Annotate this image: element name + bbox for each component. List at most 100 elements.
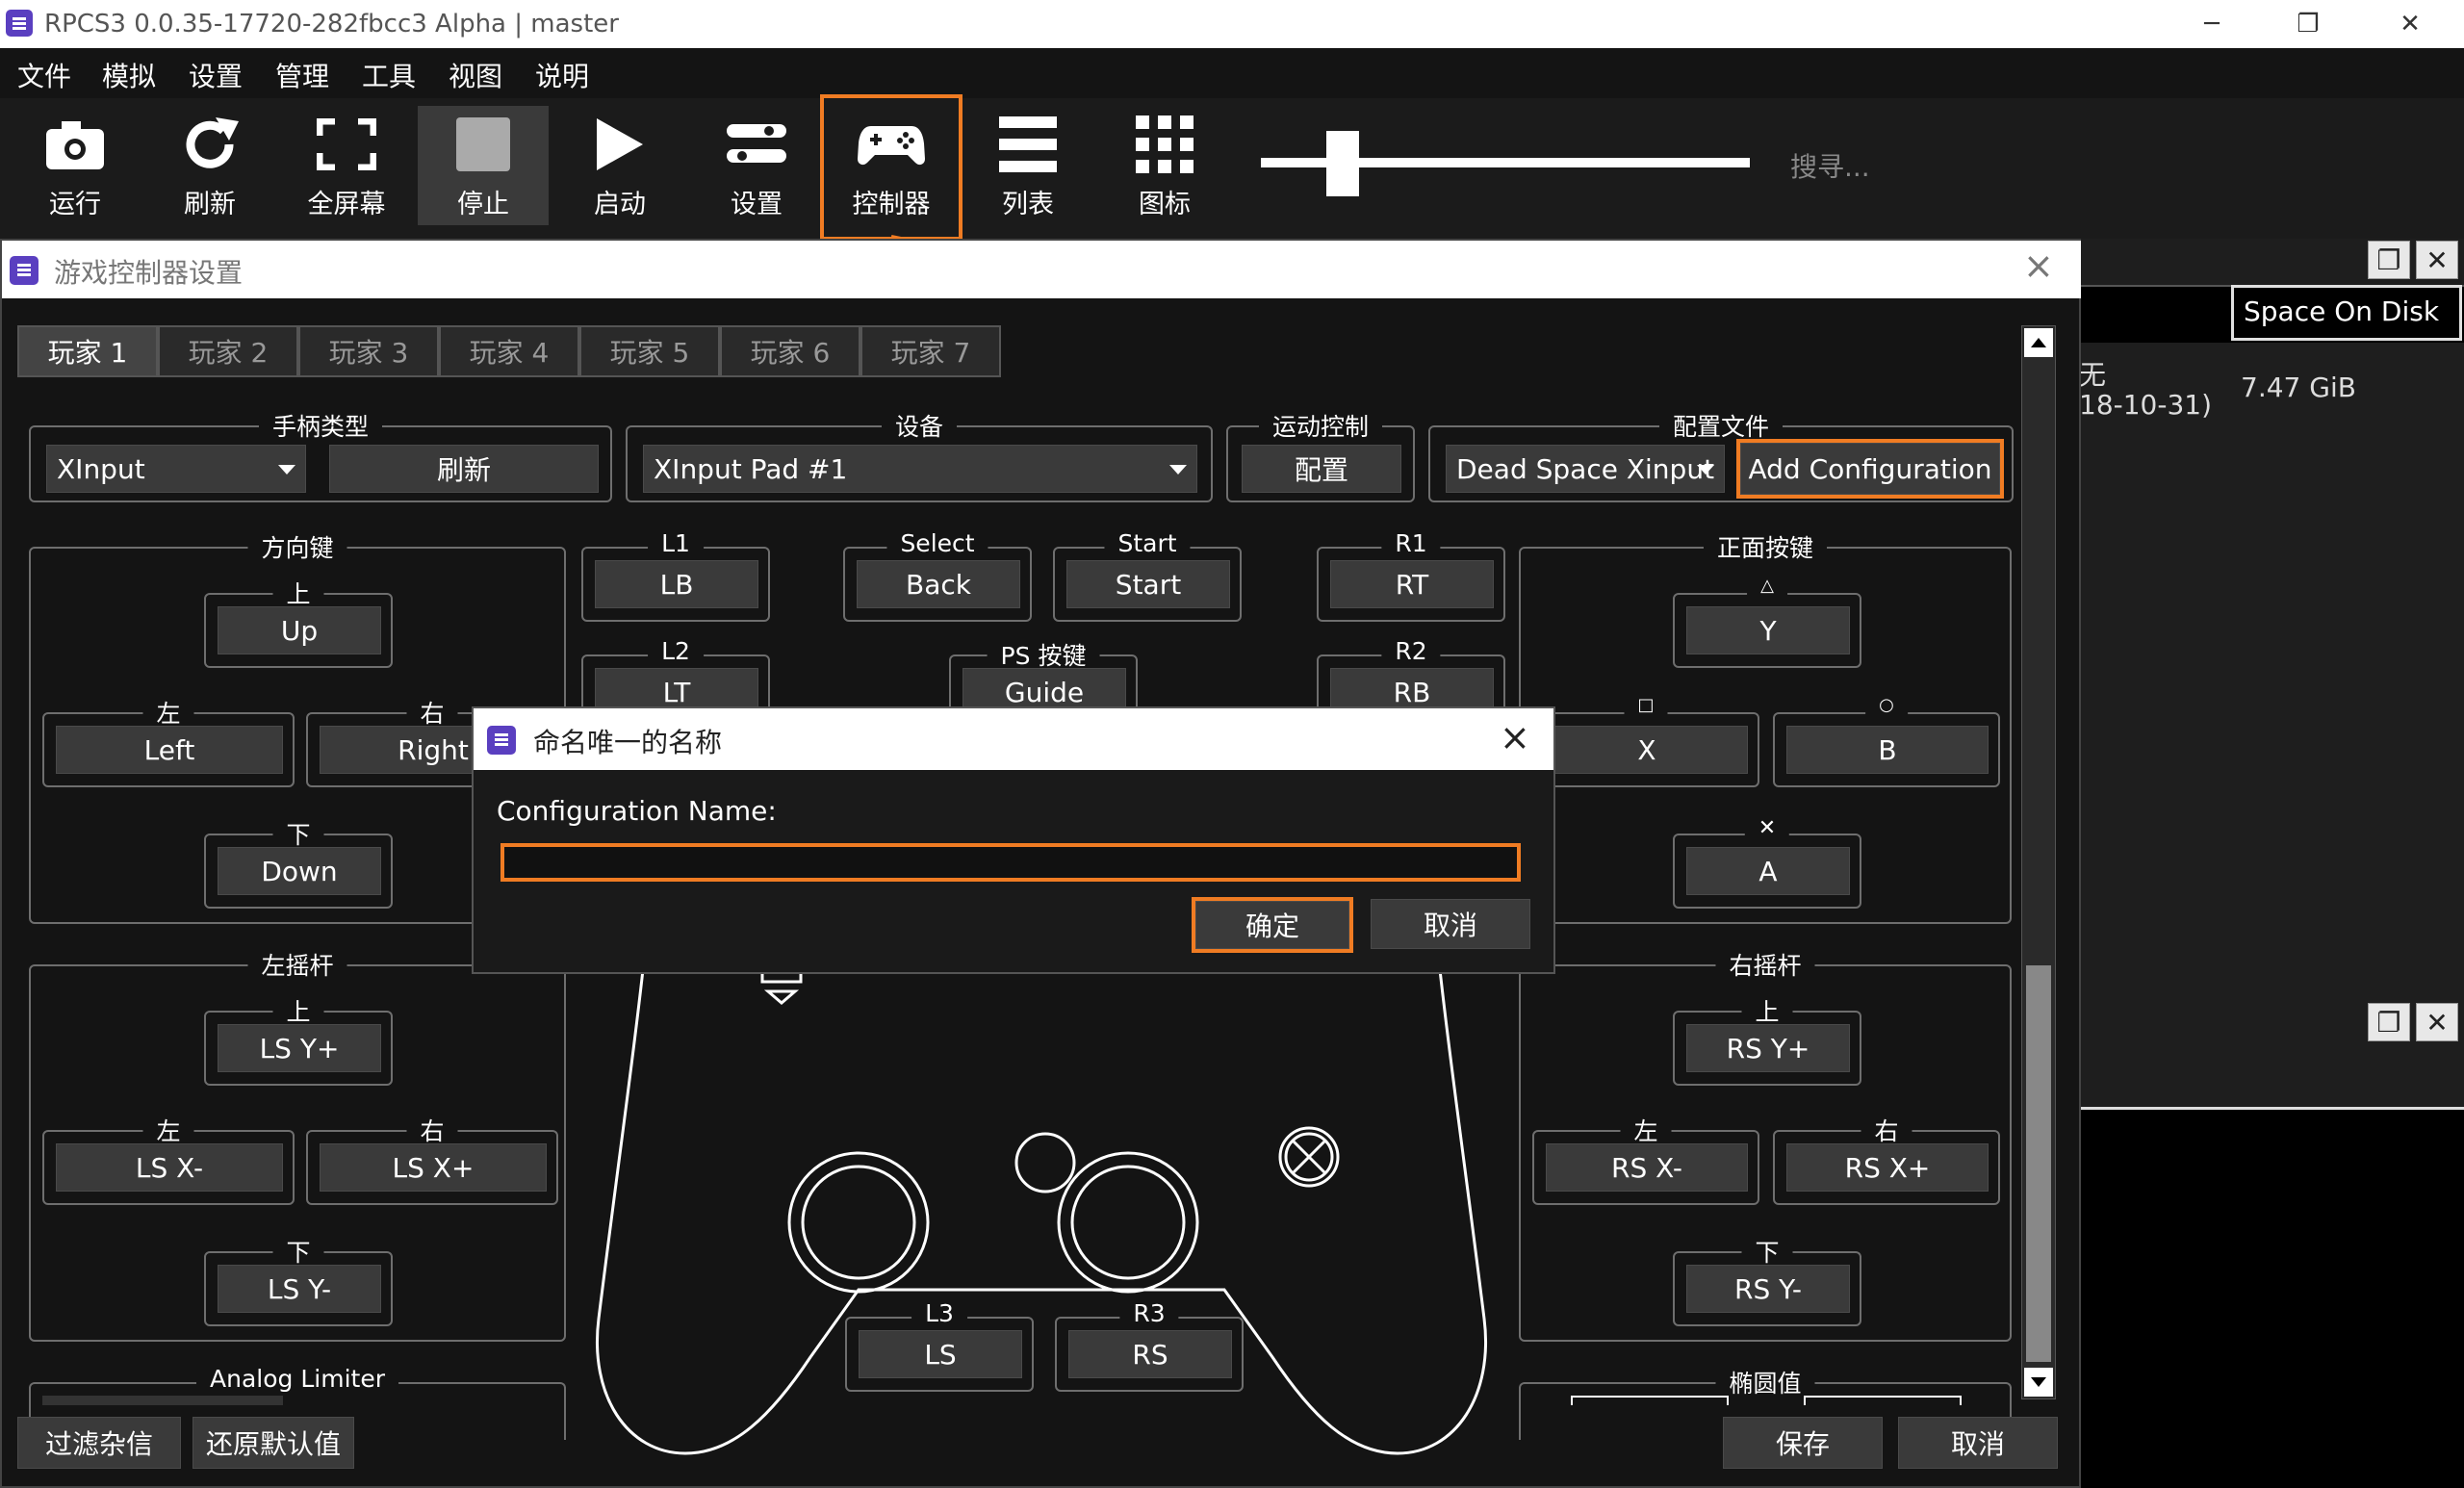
cross-icon: ✕	[1744, 816, 1790, 840]
right-stick-legend: 右摇杆	[1715, 947, 1815, 982]
tab-player-5[interactable]: 玩家 5	[579, 325, 720, 377]
ls-down-legend: 下	[272, 1234, 324, 1269]
motion-control-group: 运动控制 配置	[1226, 408, 1415, 502]
profile-legend: 配置文件	[1658, 408, 1784, 443]
profile-value: Dead Space Xinput	[1456, 452, 1715, 485]
dpad-left-group: 左 Left	[42, 695, 295, 787]
start-button[interactable]: Start	[1066, 560, 1230, 608]
ellipse-legend: 椭圆值	[1715, 1365, 1815, 1399]
l1-button[interactable]: LB	[595, 560, 758, 608]
filter-noise-button[interactable]: 过滤杂信	[17, 1417, 181, 1469]
rs-left-legend: 左	[1620, 1113, 1672, 1147]
device-legend: 设备	[881, 408, 958, 443]
rs-up-button[interactable]: RS Y+	[1686, 1024, 1850, 1072]
ls-left-group: 左 LS X-	[42, 1113, 295, 1205]
controller-illustration-icon	[596, 914, 1487, 1455]
save-button[interactable]: 保存	[1723, 1417, 1883, 1469]
handler-type-select[interactable]: XInput	[46, 445, 306, 493]
tab-player-6[interactable]: 玩家 6	[720, 325, 860, 377]
restore-defaults-button[interactable]: 还原默认值	[192, 1417, 354, 1469]
tab-player-3[interactable]: 玩家 3	[298, 325, 439, 377]
pad-settings-title: 游戏控制器设置	[54, 257, 244, 289]
dialog-title: 命名唯一的名称	[533, 727, 723, 758]
rs-right-button[interactable]: RS X+	[1786, 1143, 1989, 1192]
profile-group: 配置文件 Dead Space Xinput Add Configuration	[1428, 408, 2014, 502]
ls-left-button[interactable]: LS X-	[56, 1143, 283, 1192]
rs-down-legend: 下	[1741, 1234, 1793, 1269]
tab-player-4[interactable]: 玩家 4	[439, 325, 579, 377]
ls-up-button[interactable]: LS Y+	[218, 1024, 381, 1072]
dpad-down-button[interactable]: Down	[218, 847, 381, 895]
pad-settings-close-icon[interactable]: ×	[2023, 244, 2054, 287]
ok-button[interactable]: 确定	[1192, 897, 1353, 953]
circle-button[interactable]: B	[1786, 726, 1989, 774]
device-select[interactable]: XInput Pad #1	[643, 445, 1197, 493]
dpad-right-legend: 右	[406, 695, 458, 730]
circle-icon: ○	[1865, 695, 1908, 715]
triangle-icon: △	[1747, 576, 1787, 596]
select-legend: Select	[886, 529, 988, 557]
tab-player-7[interactable]: 玩家 7	[860, 325, 1001, 377]
device-group: 设备 XInput Pad #1	[626, 408, 1213, 502]
pad-settings-title-bar: 游戏控制器设置 ×	[2, 241, 2081, 298]
start-group: Start Start	[1053, 529, 1242, 622]
r3-group: R3 RS	[1055, 1299, 1244, 1392]
scroll-up-icon[interactable]	[2024, 328, 2053, 357]
l3-button[interactable]: LS	[859, 1330, 1022, 1378]
tab-player-2[interactable]: 玩家 2	[158, 325, 298, 377]
profile-select[interactable]: Dead Space Xinput	[1446, 445, 1725, 493]
ls-right-legend: 右	[406, 1113, 458, 1147]
dpad-left-button[interactable]: Left	[56, 726, 283, 774]
ellipse-right-field[interactable]	[1804, 1396, 1962, 1405]
triangle-group: △ Y	[1673, 576, 1861, 668]
rs-down-button[interactable]: RS Y-	[1686, 1265, 1850, 1313]
select-button[interactable]: Back	[857, 560, 1020, 608]
ls-down-button[interactable]: LS Y-	[218, 1265, 381, 1313]
vertical-scrollbar[interactable]	[2021, 325, 2056, 1399]
dpad-down-group: 下 Down	[204, 816, 393, 909]
circle-group: ○ B	[1773, 695, 2000, 787]
analog-limiter-field[interactable]	[42, 1396, 283, 1405]
l1-legend: L1	[648, 529, 704, 557]
handler-type-group: 手柄类型 XInput 刷新	[29, 408, 612, 502]
tab-player-1[interactable]: 玩家 1	[17, 325, 158, 377]
r1-group: R1 RT	[1317, 529, 1505, 622]
scrollbar-thumb[interactable]	[2026, 965, 2051, 1362]
right-stick-group: 右摇杆 上 RS Y+ 左 RS X- 右 RS X+ 下 RS Y-	[1519, 947, 2012, 1342]
cancel-button[interactable]: 取消	[1898, 1417, 2058, 1469]
configuration-name-input[interactable]	[500, 843, 1521, 882]
r1-legend: R1	[1381, 529, 1441, 557]
ls-right-group: 右 LS X+	[306, 1113, 558, 1205]
rs-down-group: 下 RS Y-	[1673, 1234, 1861, 1326]
r1-button[interactable]: RT	[1330, 560, 1494, 608]
r3-button[interactable]: RS	[1068, 1330, 1232, 1378]
l3-legend: L3	[911, 1299, 967, 1327]
ls-left-legend: 左	[142, 1113, 194, 1147]
ps-legend: PS 按键	[987, 637, 1100, 672]
rs-right-group: 右 RS X+	[1773, 1113, 2000, 1205]
rs-right-legend: 右	[1861, 1113, 1912, 1147]
dialog-cancel-button[interactable]: 取消	[1371, 899, 1530, 949]
chevron-down-icon	[1169, 465, 1187, 475]
handler-type-value: XInput	[57, 452, 145, 485]
configuration-name-label: Configuration Name:	[497, 795, 777, 827]
ls-up-legend: 上	[272, 993, 324, 1028]
ellipse-left-field[interactable]	[1571, 1396, 1729, 1405]
dpad-up-group: 上 Up	[204, 576, 393, 668]
ls-right-button[interactable]: LS X+	[320, 1143, 547, 1192]
start-legend: Start	[1104, 529, 1191, 557]
refresh-button[interactable]: 刷新	[329, 445, 599, 493]
dialog-close-icon[interactable]: ×	[1500, 716, 1530, 758]
motion-config-button[interactable]: 配置	[1242, 445, 1401, 493]
triangle-button[interactable]: Y	[1686, 606, 1850, 654]
rpcs3-logo-icon	[10, 256, 38, 285]
square-button[interactable]: X	[1546, 726, 1748, 774]
cross-button[interactable]: A	[1686, 847, 1850, 895]
scroll-down-icon[interactable]	[2024, 1368, 2053, 1397]
square-group: □ X	[1532, 695, 1759, 787]
rs-left-button[interactable]: RS X-	[1546, 1143, 1748, 1192]
face-buttons-group: 正面按键 △ Y □ X ○ B ✕ A	[1519, 529, 2012, 924]
add-configuration-button[interactable]: Add Configuration	[1736, 439, 2004, 499]
dpad-up-button[interactable]: Up	[218, 606, 381, 654]
r3-legend: R3	[1119, 1299, 1179, 1327]
